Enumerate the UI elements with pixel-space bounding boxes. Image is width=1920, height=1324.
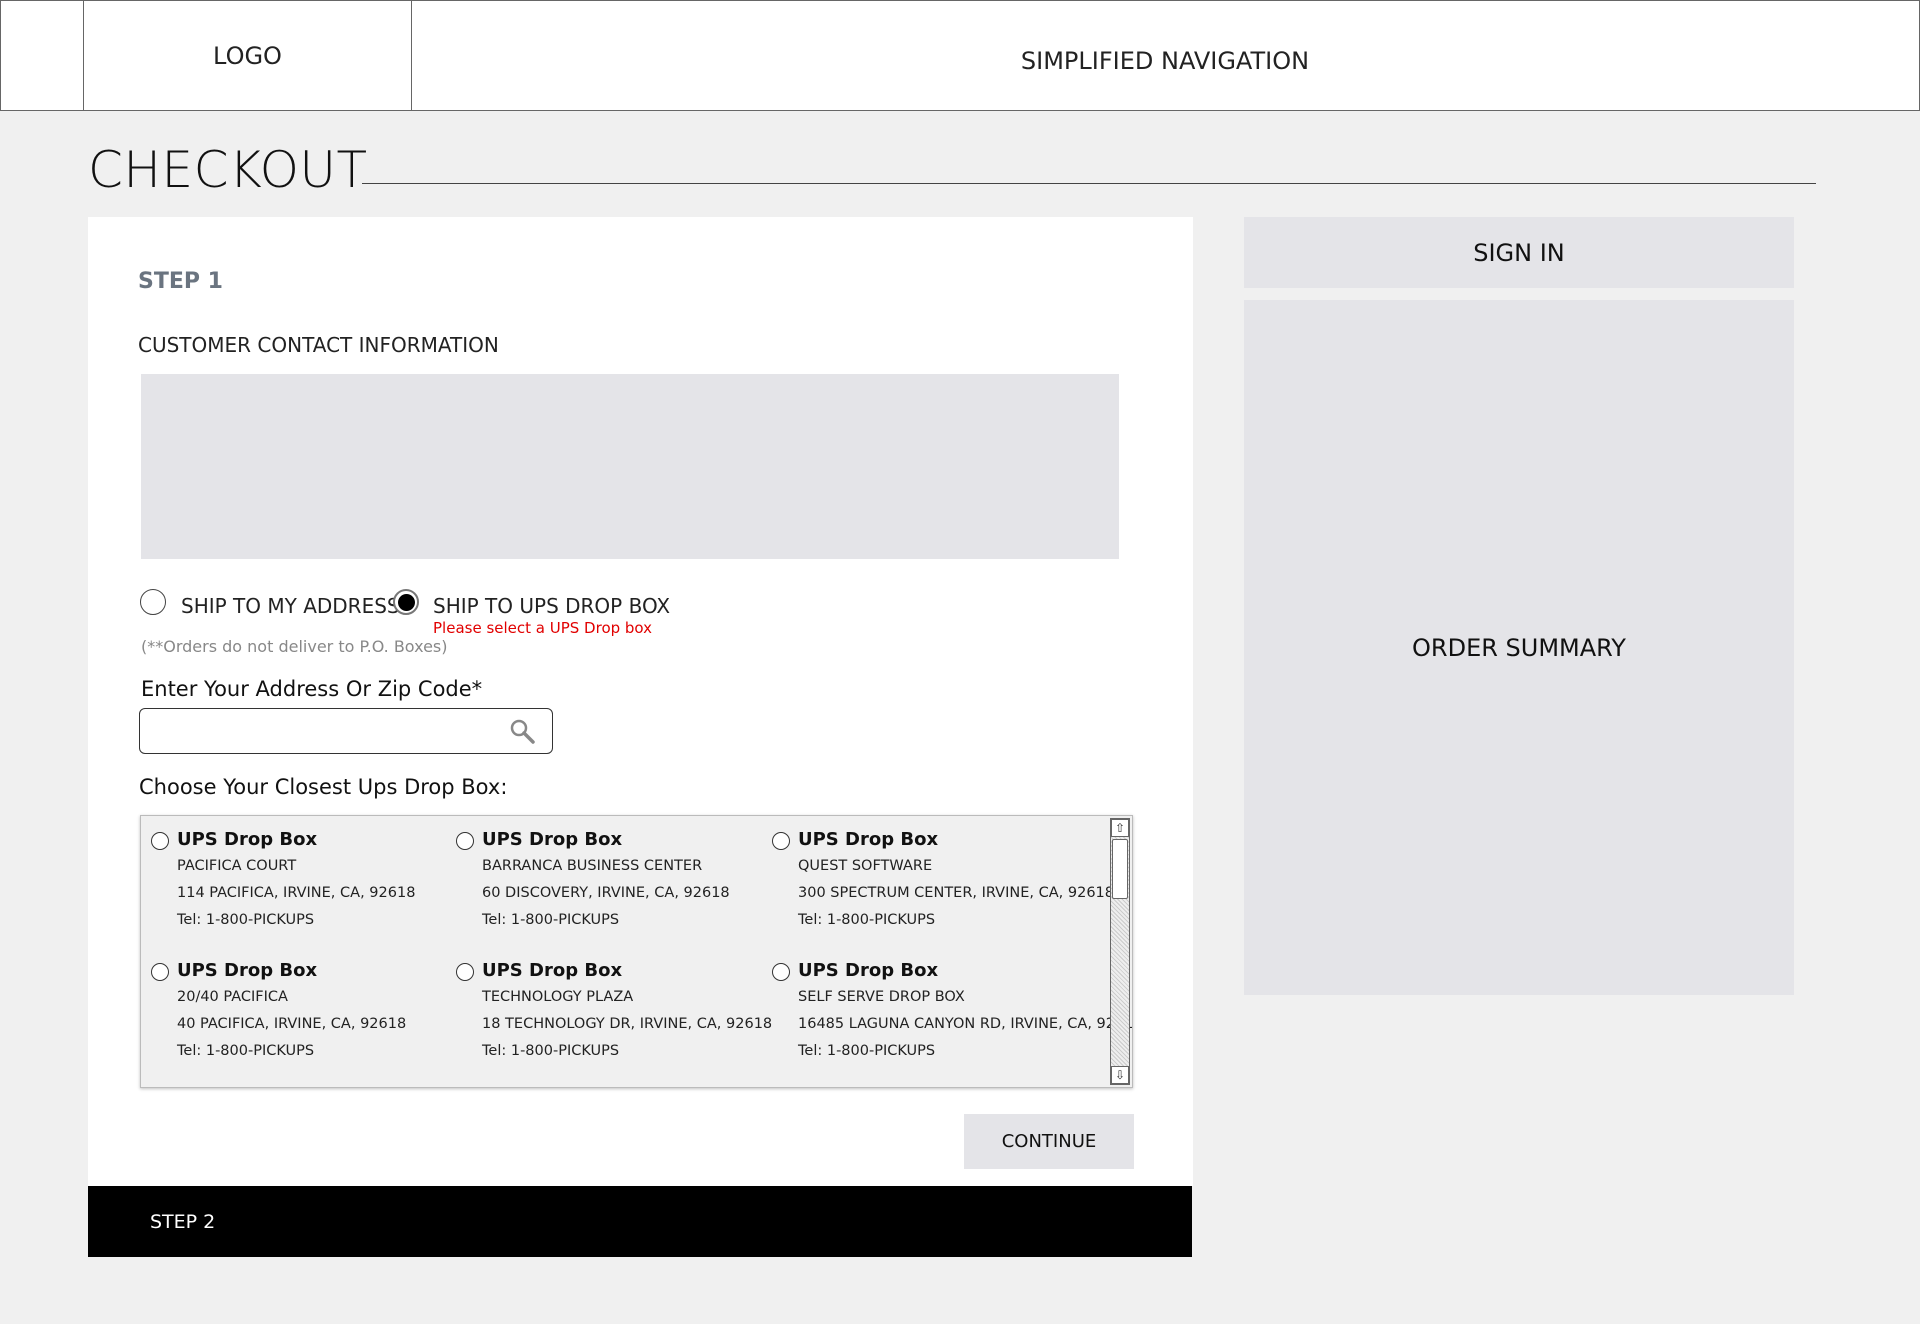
dropbox-radio[interactable] bbox=[772, 963, 790, 981]
scrollbar-thumb[interactable] bbox=[1112, 839, 1128, 899]
continue-button[interactable]: CONTINUE bbox=[964, 1114, 1134, 1169]
scroll-down-icon[interactable]: ⇩ bbox=[1111, 1066, 1129, 1084]
dropbox-name: BARRANCA BUSINESS CENTER bbox=[482, 858, 703, 874]
step1-label: STEP 1 bbox=[138, 269, 223, 294]
ship-to-address-label[interactable]: SHIP TO MY ADDRESS bbox=[181, 594, 400, 618]
dropbox-address: 16485 LAGUNA CANYON RD, IRVINE, CA, 9261… bbox=[798, 1016, 1133, 1032]
dropbox-name: TECHNOLOGY PLAZA bbox=[482, 989, 634, 1005]
dropbox-radio[interactable] bbox=[772, 832, 790, 850]
simplified-navigation[interactable]: SIMPLIFIED NAVIGATION bbox=[411, 1, 1919, 110]
dropbox-title: UPS Drop Box bbox=[482, 829, 623, 850]
address-label: Enter Your Address Or Zip Code* bbox=[141, 677, 483, 701]
search-icon[interactable] bbox=[508, 717, 536, 745]
dropbox-tel: Tel: 1-800-PICKUPS bbox=[482, 912, 620, 928]
scroll-up-icon[interactable]: ⇧ bbox=[1111, 819, 1129, 837]
dropbox-address: 18 TECHNOLOGY DR, IRVINE, CA, 92618 bbox=[482, 1016, 773, 1032]
site-header: LOGO SIMPLIFIED NAVIGATION bbox=[0, 0, 1920, 111]
dropbox-tel: Tel: 1-800-PICKUPS bbox=[798, 1043, 936, 1059]
dropbox-address: 60 DISCOVERY, IRVINE, CA, 92618 bbox=[482, 885, 730, 901]
step2-header[interactable]: STEP 2 bbox=[88, 1186, 1192, 1257]
navigation-label: SIMPLIFIED NAVIGATION bbox=[1020, 46, 1310, 75]
dropbox-name: PACIFICA COURT bbox=[177, 858, 297, 874]
dropbox-name: SELF SERVE DROP BOX bbox=[798, 989, 965, 1005]
dropbox-title: UPS Drop Box bbox=[798, 829, 939, 850]
page-title: CHECKOUT bbox=[88, 141, 368, 199]
dropbox-list[interactable]: UPS Drop Box PACIFICA COURT 114 PACIFICA… bbox=[140, 815, 1133, 1088]
dropbox-list-label: Choose Your Closest Ups Drop Box: bbox=[139, 775, 508, 799]
dropbox-tel: Tel: 1-800-PICKUPS bbox=[482, 1043, 620, 1059]
dropbox-radio[interactable] bbox=[151, 832, 169, 850]
dropbox-title: UPS Drop Box bbox=[177, 829, 318, 850]
order-summary-panel: ORDER SUMMARY bbox=[1244, 300, 1794, 995]
title-divider bbox=[362, 183, 1816, 184]
dropbox-address: 300 SPECTRUM CENTER, IRVINE, CA, 92618 bbox=[798, 885, 1114, 901]
dropbox-title: UPS Drop Box bbox=[177, 960, 318, 981]
order-summary-label: ORDER SUMMARY bbox=[1412, 633, 1626, 662]
po-box-note: (**Orders do not deliver to P.O. Boxes) bbox=[141, 637, 448, 656]
dropbox-title: UPS Drop Box bbox=[798, 960, 939, 981]
address-input[interactable] bbox=[148, 709, 502, 751]
dropbox-tel: Tel: 1-800-PICKUPS bbox=[798, 912, 936, 928]
step2-label: STEP 2 bbox=[150, 1210, 216, 1233]
dropbox-tel: Tel: 1-800-PICKUPS bbox=[177, 912, 315, 928]
dropbox-address: 114 PACIFICA, IRVINE, CA, 92618 bbox=[177, 885, 416, 901]
header-left-cell bbox=[1, 1, 84, 110]
contact-info-placeholder[interactable] bbox=[141, 374, 1119, 559]
step1-card: STEP 1 CUSTOMER CONTACT INFORMATION SHIP… bbox=[88, 217, 1193, 1186]
dropbox-error-message: Please select a UPS Drop box bbox=[433, 619, 653, 637]
dropbox-tel: Tel: 1-800-PICKUPS bbox=[177, 1043, 315, 1059]
dropbox-list-scrollbar[interactable]: ⇧ ⇩ bbox=[1110, 818, 1130, 1085]
dropbox-address: 40 PACIFICA, IRVINE, CA, 92618 bbox=[177, 1016, 407, 1032]
sign-in-button[interactable]: SIGN IN bbox=[1244, 217, 1794, 288]
dropbox-name: QUEST SOFTWARE bbox=[798, 858, 933, 874]
ship-to-address-radio[interactable] bbox=[140, 589, 166, 615]
contact-info-heading: CUSTOMER CONTACT INFORMATION bbox=[138, 333, 499, 357]
dropbox-name: 20/40 PACIFICA bbox=[177, 989, 288, 1005]
dropbox-radio[interactable] bbox=[456, 963, 474, 981]
dropbox-radio[interactable] bbox=[151, 963, 169, 981]
ship-to-dropbox-label[interactable]: SHIP TO UPS DROP BOX bbox=[433, 594, 670, 618]
logo[interactable]: LOGO bbox=[83, 1, 412, 110]
sign-in-label: SIGN IN bbox=[1473, 238, 1565, 267]
dropbox-radio[interactable] bbox=[456, 832, 474, 850]
ship-to-dropbox-radio[interactable] bbox=[393, 589, 419, 615]
address-search-field[interactable] bbox=[139, 708, 553, 754]
dropbox-title: UPS Drop Box bbox=[482, 960, 623, 981]
logo-text: LOGO bbox=[213, 41, 282, 70]
